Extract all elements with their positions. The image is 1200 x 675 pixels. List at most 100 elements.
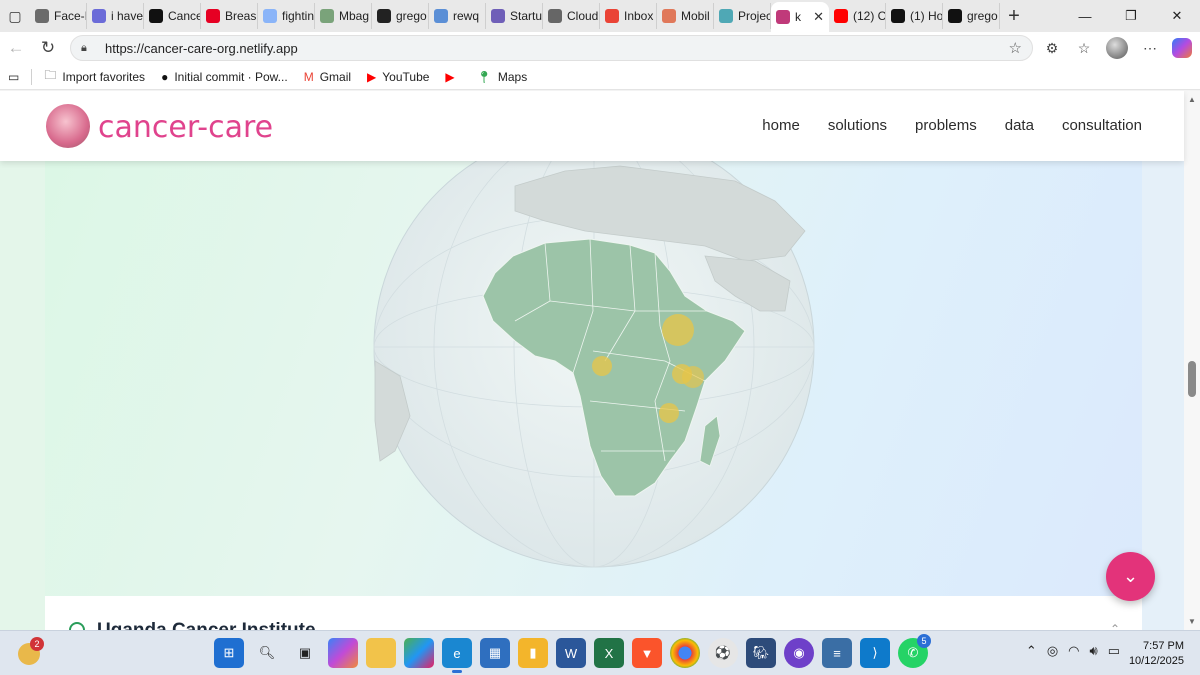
page-scrollbar[interactable]: ▲ ▼ xyxy=(1184,91,1200,630)
nav-link-problems[interactable]: problems xyxy=(915,117,977,134)
globe-section[interactable] xyxy=(45,161,1142,596)
edge-icon[interactable]: e xyxy=(442,638,472,673)
scroll-down-button[interactable]: ⌄ xyxy=(1106,552,1155,601)
browser-tab[interactable]: i have xyxy=(87,3,144,29)
browser-tab[interactable]: k ✕ xyxy=(771,2,829,32)
brave-icon[interactable]: ▼ xyxy=(632,638,662,668)
browser-tab[interactable]: grego xyxy=(943,3,1000,29)
tab-close-icon[interactable]: ✕ xyxy=(813,9,824,25)
tray-app-icon[interactable]: ◎ xyxy=(1047,643,1058,659)
tab-favicon-icon xyxy=(605,9,619,23)
scroll-up-arrow-icon[interactable]: ▲ xyxy=(1188,95,1196,104)
copilot-icon[interactable] xyxy=(1172,38,1192,58)
globe-map[interactable] xyxy=(45,161,1142,596)
volume-icon[interactable]: 🔊︎ xyxy=(1090,643,1098,659)
back-button[interactable]: ← xyxy=(0,32,32,64)
gmail-icon: M xyxy=(303,69,314,84)
bookmark-item[interactable]: ▶ xyxy=(437,64,468,90)
nav-link-consultation[interactable]: consultation xyxy=(1062,117,1142,134)
tab-favicon-icon xyxy=(834,9,848,23)
toolbar-right: ⚙ ☆ ⋯ xyxy=(1042,32,1192,64)
browser-tab[interactable]: (12) C xyxy=(829,3,886,29)
drc-marker xyxy=(592,356,612,376)
institute-expand-icon[interactable]: ⌃ xyxy=(1110,622,1120,630)
word-icon[interactable]: W xyxy=(556,638,586,668)
bookmark-item[interactable]: ▶ YouTube xyxy=(359,64,437,90)
tab-label: (1) Ho xyxy=(910,9,943,23)
browser-tab[interactable]: (1) Ho xyxy=(886,3,943,29)
close-window-button[interactable]: ✕ xyxy=(1154,0,1200,32)
bookmark-item[interactable]: M Gmail xyxy=(296,64,359,90)
favorite-star-icon[interactable]: ☆ xyxy=(1009,39,1022,57)
wifi-icon[interactable]: ◠ xyxy=(1068,643,1079,659)
taskbar-apps: ⊞ 🔍︎ ▣ e ▦ ▮ W X ▼ ⚽ 🐘︎ ◉ ≡ ⟩ ✆ 5 xyxy=(214,634,931,673)
restore-button[interactable]: ❐ xyxy=(1108,0,1154,32)
tab-label: rewq xyxy=(453,9,480,23)
tab-label: Startu xyxy=(510,9,543,23)
browser-tab[interactable]: Mobil xyxy=(657,3,714,29)
browser-tab[interactable]: Breas xyxy=(201,3,258,29)
tab-label: Cloud xyxy=(567,9,599,23)
reading-view-icon[interactable]: ▭ xyxy=(0,64,27,90)
task-view-icon[interactable]: ▣ xyxy=(290,638,320,668)
more-menu-icon[interactable]: ⋯ xyxy=(1140,38,1160,58)
browser-tab[interactable]: Mbag xyxy=(315,3,372,29)
page-viewport: Uganda Cancer Institute ⌃ cancer-care ho… xyxy=(0,91,1200,630)
file-explorer-icon[interactable] xyxy=(366,638,396,668)
minimize-button[interactable]: — xyxy=(1062,0,1108,32)
browser-tab[interactable]: Projec xyxy=(714,3,771,29)
tab-favicon-icon xyxy=(948,9,962,23)
profile-avatar[interactable] xyxy=(1106,37,1128,59)
browser-tab[interactable]: rewq xyxy=(429,3,486,29)
football-app-icon[interactable]: ⚽ xyxy=(708,638,738,668)
logo-text[interactable]: cancer-care xyxy=(98,110,273,145)
store-icon[interactable]: ▦ xyxy=(480,638,510,668)
logo-image[interactable] xyxy=(46,104,90,148)
taskbar-clock[interactable]: 7:57 PM 10/12/2025 xyxy=(1129,639,1184,669)
bookmark-item[interactable]: ● Initial commit · Pow... xyxy=(153,64,296,90)
search-icon[interactable]: 🔍︎ xyxy=(252,638,282,668)
power-bi-icon[interactable]: ▮ xyxy=(518,638,548,668)
notepad-icon[interactable]: ≡ xyxy=(822,638,852,668)
tab-actions-icon[interactable]: ▢ xyxy=(0,0,30,32)
scroll-down-arrow-icon[interactable]: ▼ xyxy=(1188,617,1196,626)
new-tab-button[interactable]: + xyxy=(1000,5,1028,28)
site-info-icon[interactable]: 🔒︎ xyxy=(81,42,95,55)
copilot-app-icon[interactable] xyxy=(328,638,358,668)
chrome-icon[interactable] xyxy=(670,638,700,668)
favorites-icon[interactable]: ☆ xyxy=(1074,38,1094,58)
tab-favicon-icon xyxy=(434,9,448,23)
address-bar[interactable]: 🔒︎ https://cancer-care-org.netlify.app ☆ xyxy=(70,35,1033,61)
github-desktop-icon[interactable]: ◉ xyxy=(784,638,814,668)
battery-icon[interactable]: ▭ xyxy=(1108,643,1120,659)
tab-favicon-icon xyxy=(320,9,334,23)
browser-tab[interactable]: grego xyxy=(372,3,429,29)
browser-tab[interactable]: Inbox xyxy=(600,3,657,29)
scroll-thumb[interactable] xyxy=(1188,361,1196,397)
nav-link-data[interactable]: data xyxy=(1005,117,1034,134)
browser-tab[interactable]: Cloud xyxy=(543,3,600,29)
window-controls: — ❐ ✕ xyxy=(1062,0,1200,32)
browser-tab[interactable]: Face-I xyxy=(30,3,87,29)
browser-tab[interactable]: Startu xyxy=(486,3,543,29)
photos-icon[interactable] xyxy=(404,638,434,668)
weather-widget[interactable]: 2 xyxy=(18,637,44,665)
whatsapp-icon[interactable]: ✆ 5 xyxy=(898,634,931,668)
institute-card[interactable]: Uganda Cancer Institute ⌃ xyxy=(45,596,1142,630)
kenya-coast-marker xyxy=(682,366,704,388)
nav-link-home[interactable]: home xyxy=(762,117,800,134)
extensions-icon[interactable]: ⚙ xyxy=(1042,38,1062,58)
browser-tab[interactable]: Cance xyxy=(144,3,201,29)
bookmark-item[interactable]: 🗀 Import favorites xyxy=(36,64,153,90)
postgres-icon[interactable]: 🐘︎ xyxy=(746,638,776,668)
start-button[interactable]: ⊞ xyxy=(214,638,244,668)
bookmark-item[interactable]: 📍︎ Maps xyxy=(469,64,536,90)
nav-link-solutions[interactable]: solutions xyxy=(828,117,887,134)
refresh-button[interactable]: ↻ xyxy=(32,32,64,64)
tab-label: Mobil xyxy=(681,9,710,23)
github-icon: ● xyxy=(161,69,169,84)
vscode-icon[interactable]: ⟩ xyxy=(860,638,890,668)
tray-overflow-icon[interactable]: ⌃ xyxy=(1026,643,1037,659)
excel-icon[interactable]: X xyxy=(594,638,624,668)
browser-tab[interactable]: fightin xyxy=(258,3,315,29)
